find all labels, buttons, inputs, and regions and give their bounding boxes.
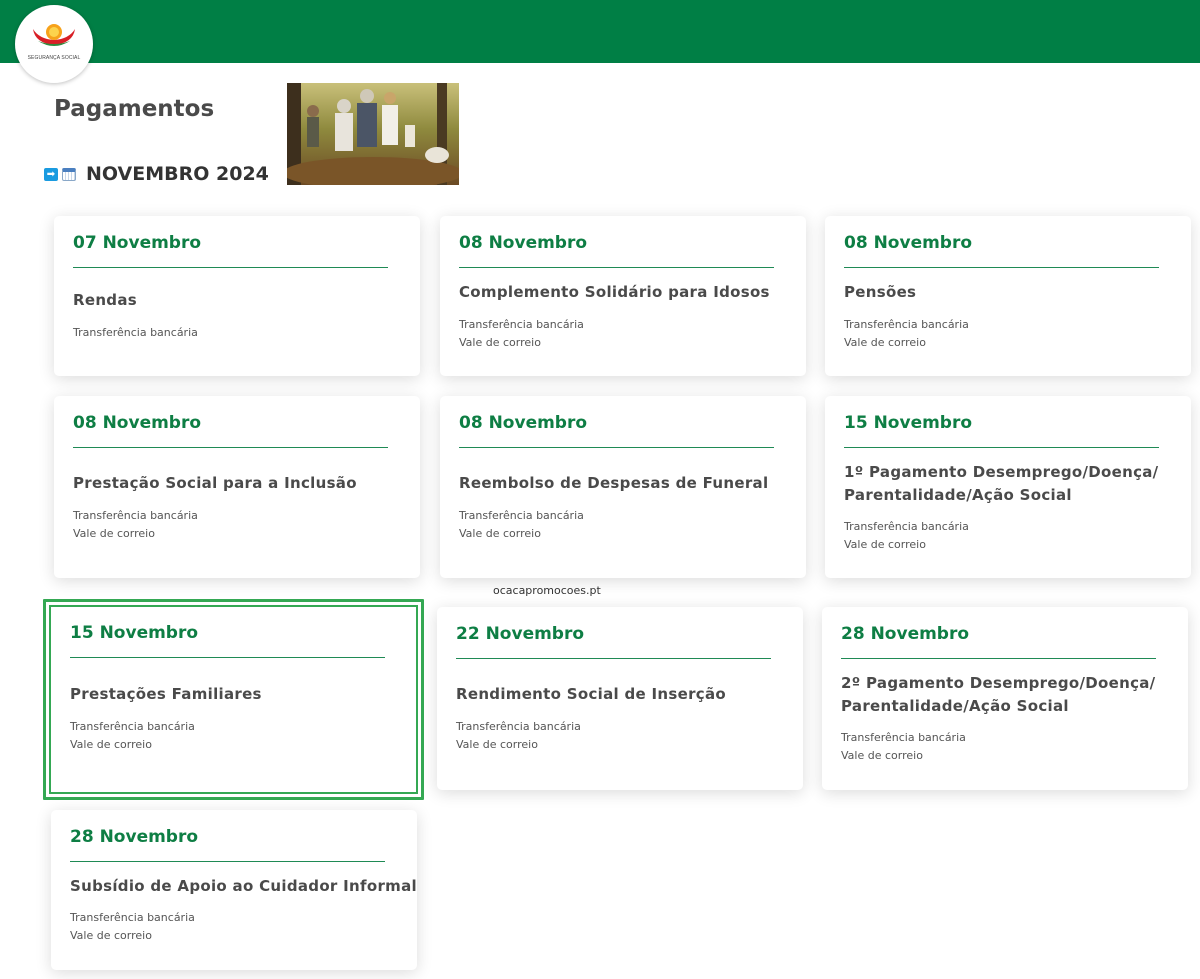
payment-title: Rendas xyxy=(73,291,137,309)
payment-method: Transferência bancária xyxy=(456,720,581,733)
payment-date: 28 Novembro xyxy=(70,827,199,847)
card-divider xyxy=(844,447,1159,448)
payment-date: 08 Novembro xyxy=(459,413,588,433)
card-divider xyxy=(844,267,1159,268)
payment-date: 07 Novembro xyxy=(73,233,202,253)
card-divider xyxy=(456,658,771,659)
payment-card[interactable]: 15 Novembro 1º Pagamento Desemprego/Doen… xyxy=(825,396,1191,578)
payment-title: Reembolso de Despesas de Funeral xyxy=(459,474,769,492)
card-divider xyxy=(459,447,774,448)
payment-card[interactable]: 08 Novembro Reembolso de Despesas de Fun… xyxy=(440,396,806,578)
payment-method: Transferência bancária xyxy=(73,509,198,522)
payment-title-line: Parentalidade/Ação Social xyxy=(844,486,1072,504)
payment-title-line: 1º Pagamento Desemprego/Doença/ xyxy=(844,463,1159,481)
card-divider xyxy=(459,267,774,268)
arrow-right-icon: ➡ xyxy=(44,167,58,181)
payment-date: 08 Novembro xyxy=(73,413,202,433)
payment-method: Transferência bancária xyxy=(70,911,195,924)
payment-method: Vale de correio xyxy=(844,538,926,551)
payment-title: Subsídio de Apoio ao Cuidador Informal xyxy=(70,877,417,895)
payment-method: Transferência bancária xyxy=(459,318,584,331)
payment-title-line: Parentalidade/Ação Social xyxy=(841,697,1069,715)
payment-method: Vale de correio xyxy=(456,738,538,751)
payment-title: Complemento Solidário para Idosos xyxy=(459,283,770,301)
payment-method: Transferência bancária xyxy=(841,731,966,744)
payment-card[interactable]: 22 Novembro Rendimento Social de Inserçã… xyxy=(437,607,803,790)
payment-method: Vale de correio xyxy=(459,527,541,540)
payment-card[interactable]: 08 Novembro Complemento Solidário para I… xyxy=(440,216,806,376)
payment-method: Transferência bancária xyxy=(73,326,198,339)
card-divider xyxy=(73,447,388,448)
payment-card[interactable]: 07 Novembro Rendas Transferência bancári… xyxy=(54,216,420,376)
payment-title-line: 2º Pagamento Desemprego/Doença/ xyxy=(841,674,1156,692)
month-label: NOVEMBRO 2024 xyxy=(86,163,269,185)
watermark-text: ocacapromocoes.pt xyxy=(493,584,601,597)
calendar-icon xyxy=(62,167,76,181)
payment-card[interactable]: 08 Novembro Pensões Transferência bancár… xyxy=(825,216,1191,376)
logo-emblem-icon xyxy=(33,24,75,46)
card-divider xyxy=(73,267,388,268)
family-photo xyxy=(287,83,459,185)
payment-method: Transferência bancária xyxy=(459,509,584,522)
page-title: Pagamentos xyxy=(54,96,215,122)
payment-method: Transferência bancária xyxy=(844,520,969,533)
month-heading: ➡ NOVEMBRO 2024 xyxy=(44,160,269,188)
payment-card[interactable]: 28 Novembro 2º Pagamento Desemprego/Doen… xyxy=(822,607,1188,790)
payment-title: Pensões xyxy=(844,283,917,301)
logo-text: SEGURANÇA SOCIAL xyxy=(27,55,81,61)
payment-method: Vale de correio xyxy=(844,336,926,349)
card-divider xyxy=(70,861,385,862)
payment-method: Vale de correio xyxy=(841,749,923,762)
payment-method: Transferência bancária xyxy=(844,318,969,331)
highlight-frame-inner xyxy=(49,605,418,794)
payment-title: Prestação Social para a Inclusão xyxy=(73,474,357,492)
card-divider xyxy=(841,658,1156,659)
payment-date: 28 Novembro xyxy=(841,624,970,644)
payment-date: 08 Novembro xyxy=(844,233,973,253)
payment-method: Vale de correio xyxy=(459,336,541,349)
payment-card[interactable]: 08 Novembro Prestação Social para a Incl… xyxy=(54,396,420,578)
payment-date: 08 Novembro xyxy=(459,233,588,253)
payment-method: Vale de correio xyxy=(70,929,152,942)
top-header-bar xyxy=(0,0,1200,63)
payment-title: Rendimento Social de Inserção xyxy=(456,685,726,703)
payment-date: 22 Novembro xyxy=(456,624,585,644)
payment-method: Vale de correio xyxy=(73,527,155,540)
payment-date: 15 Novembro xyxy=(844,413,973,433)
payment-card[interactable]: 28 Novembro Subsídio de Apoio ao Cuidado… xyxy=(51,810,417,970)
seguranca-social-logo[interactable]: SEGURANÇA SOCIAL xyxy=(15,5,93,83)
